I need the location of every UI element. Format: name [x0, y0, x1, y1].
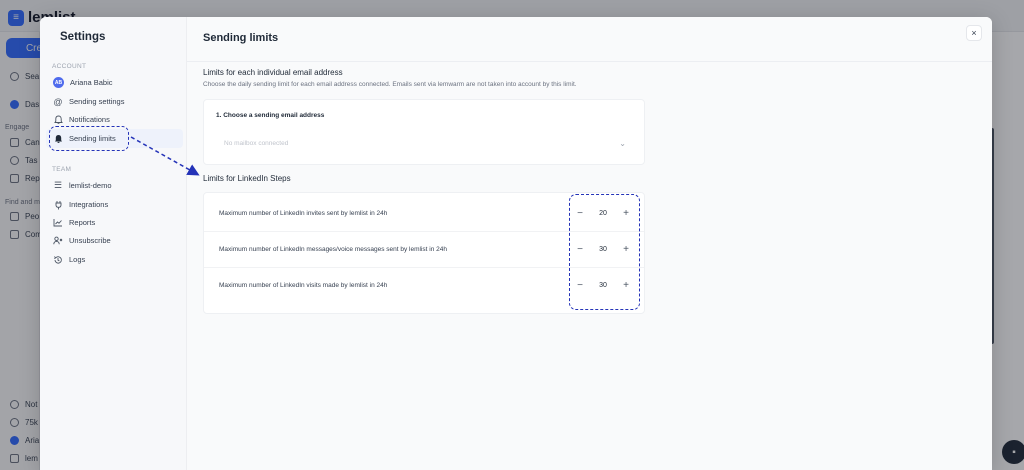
settings-sidebar: Settings ACCOUNT AB Ariana Babic @ Sendi… — [40, 17, 187, 470]
settings-modal: Settings ACCOUNT AB Ariana Babic @ Sendi… — [40, 17, 992, 470]
sidebar-item-label: Reports — [69, 218, 96, 227]
sidebar-item-label: Unsubscribe — [69, 236, 111, 245]
select-placeholder: No mailbox connected — [224, 139, 289, 147]
sidebar-item-label: Sending settings — [69, 97, 125, 106]
sidebar-item-label: Logs — [69, 255, 86, 264]
sidebar-item-sending-settings[interactable]: @ Sending settings — [46, 92, 183, 111]
choose-email-label: 1. Choose a sending email address — [216, 112, 325, 119]
avatar: AB — [53, 77, 64, 88]
account-heading: ACCOUNT — [52, 63, 87, 70]
list-icon: ☰ — [53, 180, 63, 190]
highlight-steppers — [569, 194, 640, 310]
chart-icon — [53, 218, 63, 228]
sidebar-item-label: lemlist-demo — [69, 181, 112, 190]
history-icon — [53, 255, 63, 265]
sidebar-item-label: Integrations — [69, 200, 109, 209]
header-divider — [187, 61, 992, 62]
sidebar-item-label: Notifications — [69, 115, 110, 124]
user-x-icon — [53, 236, 63, 246]
email-limits-title: Limits for each individual email address — [203, 68, 343, 77]
sidebar-item-profile[interactable]: AB Ariana Babic — [46, 73, 183, 92]
limit-label: Maximum number of LinkedIn visits made b… — [219, 282, 388, 289]
sidebar-item-team[interactable]: ☰ lemlist-demo — [46, 176, 183, 195]
email-limits-card: 1. Choose a sending email address No mai… — [203, 99, 645, 165]
sidebar-item-unsubscribe[interactable]: Unsubscribe — [46, 231, 183, 250]
limit-label: Maximum number of LinkedIn invites sent … — [219, 209, 388, 217]
chevron-down-icon: ⌄ — [619, 138, 626, 148]
sidebar-item-integrations[interactable]: Integrations — [46, 195, 183, 214]
page-title: Sending limits — [203, 32, 279, 44]
at-sign-icon: @ — [53, 96, 63, 107]
limit-label: Maximum number of LinkedIn messages/voic… — [219, 246, 447, 253]
sidebar-item-reports[interactable]: Reports — [46, 213, 183, 232]
bell-icon — [53, 115, 63, 125]
team-heading: TEAM — [52, 166, 72, 173]
sidebar-item-label: Ariana Babic — [70, 78, 113, 87]
highlight-sending-limits — [49, 126, 129, 151]
sidebar-item-logs[interactable]: Logs — [46, 250, 183, 269]
plug-icon — [53, 200, 63, 210]
settings-title: Settings — [60, 31, 106, 43]
email-address-select[interactable]: No mailbox connected ⌄ — [216, 133, 632, 153]
linkedin-limits-title: Limits for LinkedIn Steps — [203, 174, 291, 183]
email-limits-description: Choose the daily sending limit for each … — [203, 81, 577, 88]
close-button[interactable]: × — [966, 25, 982, 41]
